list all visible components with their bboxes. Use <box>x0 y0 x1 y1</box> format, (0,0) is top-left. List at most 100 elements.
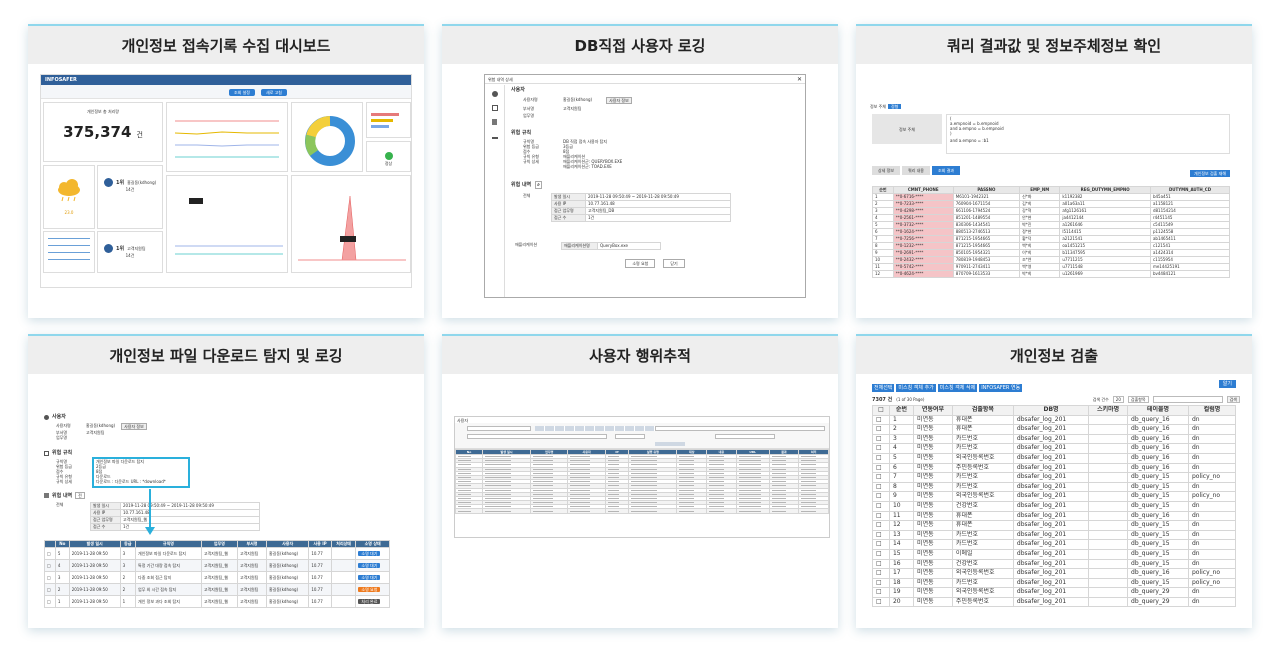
detection-row[interactable]: □ 3 미연동 카드번호 dbsafer_log_201 db_query_16 dn <box>872 433 1237 445</box>
shield-tab-icon[interactable] <box>491 105 498 111</box>
result-row[interactable]: 2 **0-7233-**** 760904-1671154 김*희 a01a63a11… <box>872 200 1231 208</box>
row-checkbox[interactable]: □ <box>44 595 56 608</box>
row-checkbox[interactable]: □ <box>872 424 890 435</box>
fd-event-row[interactable]: □ 1 2019-11-28 09:50 1 개인 정보 과다 조회 탐지 고객지원팀_웹… <box>44 595 390 608</box>
detection-row[interactable]: □ 14 미연동 카드번호 dbsafer_log_201 db_query_15 dn <box>872 539 1237 550</box>
result-row[interactable]: 1 **0-6716-**** M6101-1942321 신*화 k1192382 b4… <box>872 193 1231 201</box>
row-checkbox[interactable]: □ <box>872 452 890 464</box>
fd-event-row[interactable]: □ 4 2019-11-28 09:50 3 특정 기간 대량 접속 탐지 고객지원팀_웹… <box>44 559 390 572</box>
search-input[interactable] <box>1152 396 1223 403</box>
tab-query[interactable]: 쿼리 내용 <box>902 166 930 175</box>
result-row[interactable]: 11 **0-5742-**** 970911-2743411 백*영 u7711548… <box>872 263 1231 271</box>
trash-tab-icon[interactable] <box>492 119 497 125</box>
keyword-input[interactable] <box>655 426 825 431</box>
row-checkbox[interactable]: □ <box>44 547 56 560</box>
row-checkbox[interactable]: □ <box>872 491 890 502</box>
row-checkbox[interactable]: □ <box>872 577 890 589</box>
result-row[interactable]: 10 **0-2432-**** 780819-1948453 조*연 u7711215… <box>872 256 1231 264</box>
result-row[interactable]: 12 **0-4624-**** 870709-1613533 박*희 u1261969… <box>872 270 1231 278</box>
result-row[interactable]: 9 **0-2691-**** 850105-1954321 이*희 b11347595… <box>872 249 1231 257</box>
detection-row[interactable]: □ 9 미연동 외국인등록번호 dbsafer_log_201 db_query_15 po… <box>872 491 1237 502</box>
row-checkbox[interactable]: □ <box>872 472 890 483</box>
row-checkbox[interactable]: □ <box>872 500 890 512</box>
detection-row[interactable]: □ 10 미연동 건강번호 dbsafer_log_201 db_query_15 dn <box>872 500 1237 512</box>
row-checkbox[interactable]: □ <box>872 443 890 454</box>
row-checkbox[interactable]: □ <box>872 568 890 579</box>
help-button[interactable]: 알기 <box>1218 380 1236 388</box>
select-all-button[interactable]: 전체선택 <box>872 384 895 392</box>
exempt-request-button[interactable]: 소명 요청 <box>625 259 656 268</box>
user-tab-icon[interactable] <box>491 91 498 97</box>
tracking-row[interactable] <box>455 508 829 514</box>
structured-tab-button[interactable]: 정형 <box>888 104 902 109</box>
fd-event-row[interactable]: □ 3 2019-11-28 09:50 2 다중 조회 접근 탐지 고객지원팀_웹 고객지… <box>44 571 390 584</box>
row-checkbox[interactable]: □ <box>872 596 890 608</box>
result-row[interactable]: 6 **0-1624-**** 880513-2746513 정*현 l5114415 p… <box>872 228 1231 236</box>
search-icon[interactable]: ⌕ <box>535 181 542 189</box>
detection-row[interactable]: □ 12 미연동 휴대폰 dbsafer_log_201 db_query_15 dn <box>872 520 1237 531</box>
detection-row[interactable]: □ 19 미연동 외국인등록번호 dbsafer_log_201 db_query_29 d… <box>872 587 1237 598</box>
quick-date-buttons[interactable] <box>535 426 655 431</box>
detection-row[interactable]: □ 7 미연동 카드번호 dbsafer_log_201 db_query_15 polic… <box>872 472 1237 483</box>
row-checkbox[interactable]: □ <box>872 587 890 598</box>
fd-detail-button[interactable]: 전 <box>75 492 85 499</box>
detect-again-button[interactable]: 개인정보 검출 재해 <box>1190 170 1230 177</box>
result-row[interactable]: 7 **0-7256-**** 871215-1954665 황*덕 a2121541 a… <box>872 235 1231 243</box>
row-checkbox[interactable]: □ <box>872 520 890 531</box>
row-checkbox[interactable]: □ <box>872 481 890 493</box>
fd-event-row[interactable]: □ 2 2019-11-28 09:50 2 업무 외 시간 접속 탐지 고객지원팀_웹 고… <box>44 583 390 596</box>
add-object-button[interactable]: 미스칭 객체 추가 <box>896 384 936 392</box>
row-checkbox[interactable]: □ <box>44 571 56 584</box>
detection-row[interactable]: □ 6 미연동 주민등록번호 dbsafer_log_201 db_query_16 dn <box>872 462 1237 474</box>
user-info-button[interactable]: 사용자 정보 <box>606 97 632 104</box>
status-badge[interactable]: 소명 대기 <box>358 562 381 568</box>
edit-tab-icon[interactable] <box>491 133 498 139</box>
delete-object-button[interactable]: 미스칭 객체 삭제 <box>937 384 978 392</box>
fd-user-info-button[interactable]: 사용자 정보 <box>121 423 147 430</box>
detection-row[interactable]: □ 13 미연동 카드번호 dbsafer_log_201 db_query_15 dn <box>872 529 1237 541</box>
detection-row[interactable]: □ 8 미연동 카드번호 dbsafer_log_201 db_query_15 dn <box>872 481 1237 493</box>
result-row[interactable]: 5 **0-3732-**** 830306-1434541 박*진 a1261646 c… <box>872 221 1231 229</box>
url-input[interactable] <box>715 434 775 439</box>
search-settings-button[interactable]: 조회 설정 <box>229 89 255 96</box>
row-checkbox[interactable]: □ <box>872 539 890 550</box>
row-checkbox[interactable]: □ <box>872 548 890 560</box>
tab-result[interactable]: 조회 결과 <box>932 166 960 175</box>
detection-row[interactable]: □ 15 미연동 이메일 dbsafer_log_201 db_query_15 dn <box>872 548 1237 560</box>
detection-row[interactable]: □ 18 미연동 카드번호 dbsafer_log_201 db_query_15 poli… <box>872 577 1237 589</box>
search-button[interactable]: 검색 <box>1226 396 1240 403</box>
result-row[interactable]: 4 **0-2561-**** 851201-1489554 안*현 ja4412144… <box>872 214 1231 222</box>
row-checkbox[interactable]: □ <box>872 558 890 570</box>
close-button[interactable]: 닫기 <box>663 259 685 268</box>
tab-detail[interactable]: 상세 정보 <box>872 166 900 175</box>
row-checkbox[interactable]: □ <box>872 462 890 474</box>
status-badge[interactable]: 소명 요청 <box>358 586 381 592</box>
row-checkbox[interactable]: □ <box>44 583 56 596</box>
detection-row[interactable]: □ 20 미연동 주민등록번호 dbsafer_log_201 db_query_29 dn <box>872 596 1237 608</box>
row-checkbox[interactable]: □ <box>872 433 890 445</box>
row-checkbox[interactable]: □ <box>44 559 56 572</box>
date-range-input[interactable] <box>467 426 531 431</box>
status-badge[interactable]: 소명 대기 <box>358 550 381 556</box>
type-select[interactable] <box>615 434 645 439</box>
detection-row[interactable]: □ 1 미연동 휴대폰 dbsafer_log_201 db_query_16 dn <box>872 414 1237 426</box>
detection-row[interactable]: □ 4 미연동 카드번호 dbsafer_log_201 db_query_16 dn <box>872 443 1237 454</box>
user-input[interactable] <box>467 434 607 439</box>
search-button[interactable] <box>655 442 685 446</box>
row-checkbox[interactable]: □ <box>872 529 890 541</box>
status-badge[interactable]: 처리 완료 <box>358 598 381 604</box>
row-checkbox[interactable]: □ <box>872 510 890 522</box>
page-size-select[interactable]: 20 <box>1112 396 1124 403</box>
status-badge[interactable]: 소명 대기 <box>358 574 381 580</box>
select-all-checkbox[interactable]: □ <box>872 405 890 416</box>
row-checkbox[interactable]: □ <box>872 414 890 426</box>
detection-row[interactable]: □ 16 미연동 건강번호 dbsafer_log_201 db_query_15 dn <box>872 558 1237 570</box>
refresh-button[interactable]: 새로 고침 <box>261 89 287 96</box>
detection-row[interactable]: □ 11 미연동 휴대폰 dbsafer_log_201 db_query_16 dn <box>872 510 1237 522</box>
search-field-select[interactable]: 검출항목 <box>1127 396 1149 403</box>
detection-row[interactable]: □ 5 미연동 외국인등록번호 dbsafer_log_201 db_query_16 dn <box>872 452 1237 464</box>
infosafer-link-button[interactable]: INFOSAFER 연동 <box>979 384 1023 392</box>
fd-event-row[interactable]: □ 5 2019-11-28 09:50 3 개인정보 파일 다운로드 탐지 고객지원팀_… <box>44 547 390 560</box>
result-row[interactable]: 3 **0-4298-**** 661106-1794524 강*혁 afg112616… <box>872 207 1231 215</box>
detection-row[interactable]: □ 2 미연동 휴대폰 dbsafer_log_201 db_query_16 dn <box>872 424 1237 435</box>
